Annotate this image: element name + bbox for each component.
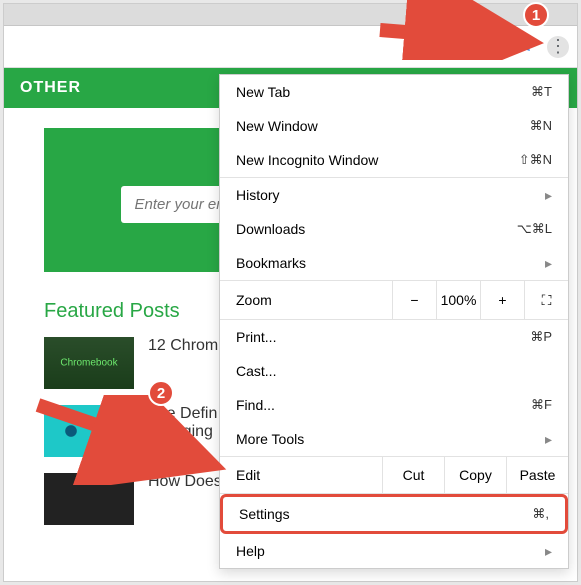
edit-paste[interactable]: Paste: [506, 457, 568, 493]
menu-new-tab[interactable]: New Tab ⌘T: [220, 75, 568, 109]
post-thumbnail: [44, 337, 134, 389]
browser-toolbar: ☆ ⋯ ✦ ✎ ⋮: [4, 26, 577, 68]
shortcut: ⌘T: [531, 84, 552, 100]
menu-bookmarks[interactable]: Bookmarks ▸: [220, 246, 568, 280]
nav-item-other[interactable]: OTHER: [20, 79, 81, 97]
menu-label: Bookmarks: [236, 255, 306, 271]
annotation-badge-2: 2: [148, 380, 174, 406]
bookmark-star-icon[interactable]: ☆: [421, 36, 437, 57]
menu-more-tools[interactable]: More Tools ▸: [220, 422, 568, 456]
menu-label: Cast...: [236, 363, 276, 379]
chevron-right-icon: ▸: [545, 431, 552, 448]
post-title: 12 Chrom: [148, 337, 218, 355]
chevron-right-icon: ▸: [545, 255, 552, 272]
extension-icon-red[interactable]: ⋯: [449, 36, 471, 58]
menu-cast[interactable]: Cast...: [220, 354, 568, 388]
menu-new-window[interactable]: New Window ⌘N: [220, 109, 568, 143]
chrome-menu: New Tab ⌘T New Window ⌘N New Incognito Win…: [219, 74, 569, 569]
menu-downloads[interactable]: Downloads ⌥⌘L: [220, 212, 568, 246]
menu-label: Find...: [236, 397, 275, 413]
extensions-puzzle-icon[interactable]: ✦: [483, 37, 503, 57]
chevron-right-icon: ▸: [545, 543, 552, 560]
annotation-badge-1: 1: [523, 2, 549, 28]
menu-new-incognito[interactable]: New Incognito Window ⇧⌘N: [220, 143, 568, 177]
post-thumbnail: [44, 405, 134, 457]
zoom-out-button[interactable]: −: [392, 281, 436, 319]
menu-help[interactable]: Help ▸: [220, 534, 568, 568]
shortcut: ⌘F: [531, 397, 552, 413]
shortcut: ⌥⌘L: [517, 221, 552, 237]
chrome-menu-button[interactable]: ⋮: [547, 36, 569, 58]
menu-label: Print...: [236, 329, 276, 345]
shortcut: ⌘N: [530, 118, 552, 134]
menu-label: Edit: [236, 467, 382, 483]
menu-zoom-row: Zoom − 100% + ⛶: [220, 281, 568, 319]
menu-label: Settings: [239, 506, 290, 522]
menu-find[interactable]: Find... ⌘F: [220, 388, 568, 422]
menu-history[interactable]: History ▸: [220, 178, 568, 212]
menu-settings[interactable]: Settings ⌘,: [220, 494, 568, 534]
menu-label: New Incognito Window: [236, 152, 378, 168]
post-title: The Defin Charging: [148, 405, 217, 441]
shortcut: ⌘,: [532, 506, 549, 522]
edit-cut[interactable]: Cut: [382, 457, 444, 493]
zoom-in-button[interactable]: +: [480, 281, 524, 319]
edit-copy[interactable]: Copy: [444, 457, 506, 493]
extension-icon-blue[interactable]: ✎: [515, 37, 535, 57]
menu-label: History: [236, 187, 280, 203]
menu-label: More Tools: [236, 431, 304, 447]
menu-label: Downloads: [236, 221, 305, 237]
window-chrome-top: [4, 4, 577, 26]
shortcut: ⇧⌘N: [519, 152, 552, 168]
menu-edit-row: Edit Cut Copy Paste: [220, 457, 568, 493]
menu-label: New Tab: [236, 84, 290, 100]
chevron-right-icon: ▸: [545, 187, 552, 204]
menu-label: New Window: [236, 118, 318, 134]
menu-label: Help: [236, 543, 265, 559]
menu-label: Zoom: [236, 292, 392, 308]
zoom-level: 100%: [436, 281, 480, 319]
post-thumbnail: [44, 473, 134, 525]
shortcut: ⌘P: [530, 329, 552, 345]
fullscreen-icon[interactable]: ⛶: [524, 281, 568, 319]
menu-print[interactable]: Print... ⌘P: [220, 320, 568, 354]
